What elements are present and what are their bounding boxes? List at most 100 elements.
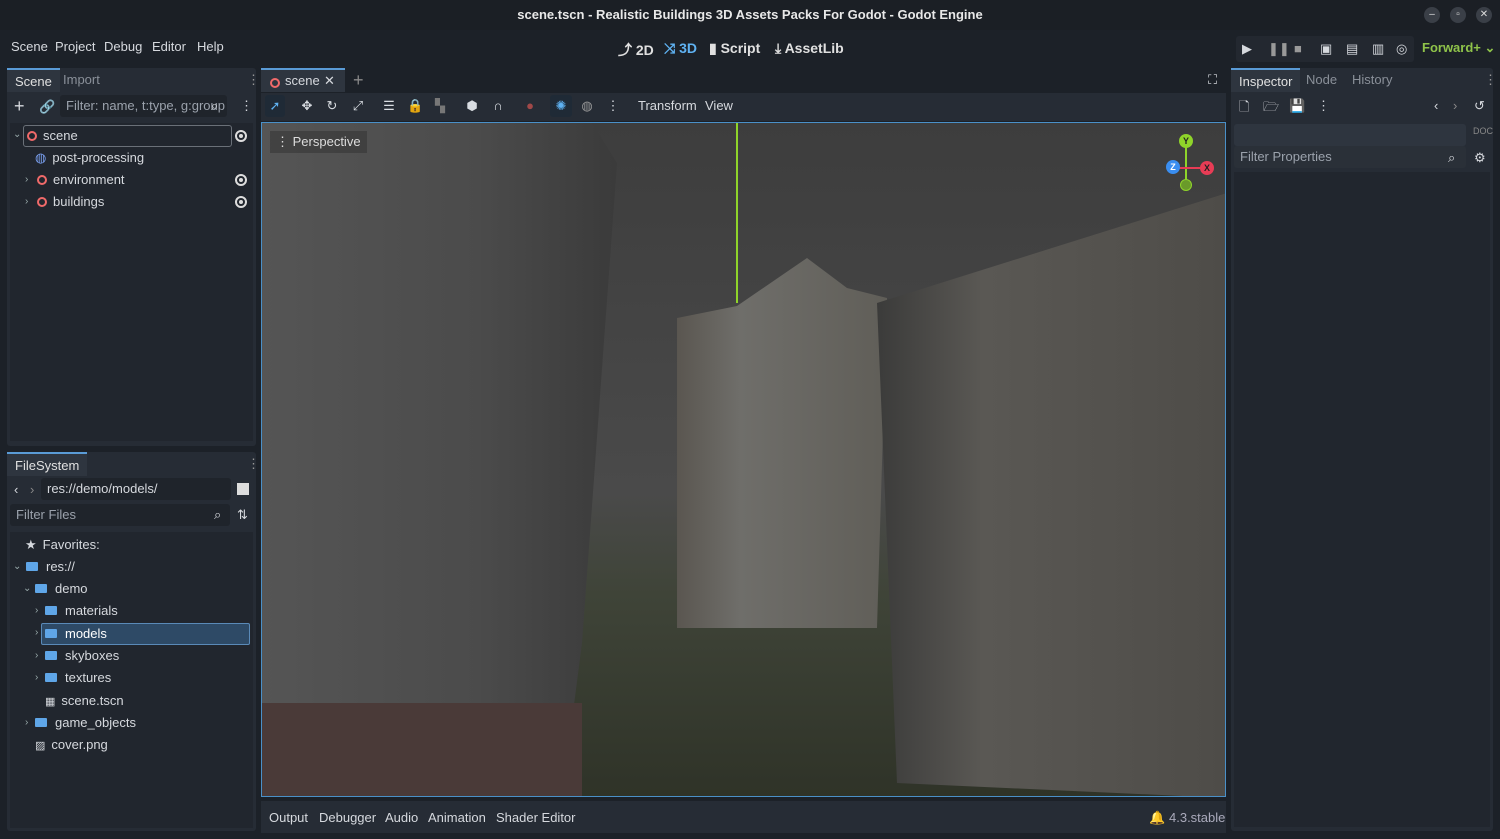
lock-icon[interactable]: 🔒 [407, 98, 423, 114]
expand-icon[interactable]: › [35, 650, 38, 661]
tab-animation[interactable]: Animation [428, 810, 486, 825]
pause-icon[interactable]: ❚❚ [1268, 41, 1290, 57]
tree-node-scene[interactable]: scene [27, 125, 78, 147]
folder-demo[interactable]: demo [35, 578, 88, 600]
menu-project[interactable]: Project [55, 38, 95, 56]
collapse-icon[interactable]: ⌄ [23, 583, 31, 594]
tab-filesystem[interactable]: FileSystem [7, 452, 88, 476]
folder-game-objects[interactable]: game_objects [35, 712, 136, 734]
expand-icon[interactable]: › [35, 672, 38, 683]
expand-icon[interactable]: › [25, 174, 28, 185]
gizmo-y[interactable]: Y [1179, 134, 1193, 148]
dock-menu-icon[interactable]: ⋮ [247, 456, 260, 472]
gizmo-x[interactable]: X [1200, 161, 1214, 175]
sort-icon[interactable]: ⇅ [237, 507, 248, 523]
local-space-icon[interactable]: ⬢ [464, 98, 480, 114]
play-scene-icon[interactable]: ▤ [1346, 41, 1358, 57]
visibility-icon[interactable] [235, 130, 247, 142]
menu-help[interactable]: Help [197, 38, 224, 56]
menu-editor[interactable]: Editor [152, 38, 186, 56]
save-resource-icon[interactable]: 💾 [1289, 98, 1305, 114]
dock-menu-icon[interactable]: ⋮ [1484, 72, 1497, 88]
folder-skyboxes[interactable]: skyboxes [45, 645, 119, 667]
view-menu[interactable]: View [705, 98, 733, 113]
tab-audio[interactable]: Audio [385, 810, 418, 825]
close-tab-icon[interactable]: ✕ [324, 73, 335, 89]
property-settings-icon[interactable]: ⚙ [1474, 150, 1486, 166]
tab-debugger[interactable]: Debugger [319, 810, 376, 825]
expand-icon[interactable]: › [35, 627, 38, 638]
tree-node-environment[interactable]: environment [37, 169, 125, 191]
close-window-button[interactable]: ✕ [1476, 7, 1492, 23]
visibility-icon[interactable] [235, 196, 247, 208]
collapse-icon[interactable]: ⌄ [13, 561, 21, 572]
file-scene-tscn[interactable]: ▦ scene.tscn [45, 690, 124, 712]
workspace-assetlib[interactable]: ⤓ AssetLib [775, 40, 844, 57]
menu-scene[interactable]: Scene [11, 38, 48, 56]
distraction-free-icon[interactable]: ⛶ [1208, 72, 1217, 88]
scene-filter-input[interactable]: Filter: name, t:type, g:group [60, 95, 227, 117]
play-icon[interactable]: ▶ [1242, 41, 1252, 57]
move-tool-icon[interactable]: ✥ [299, 98, 315, 114]
expand-icon[interactable]: › [35, 605, 38, 616]
filter-files-input[interactable]: Filter Files [10, 504, 230, 526]
3d-viewport[interactable]: ⋮ Perspective Y X Z [261, 122, 1226, 797]
file-cover-png[interactable]: ▨ cover.png [35, 734, 108, 756]
workspace-2d[interactable]: ⤴ 2D [618, 40, 654, 60]
update-spinner-icon[interactable]: 🔔 [1149, 810, 1165, 826]
back-icon[interactable]: ‹ [14, 482, 18, 497]
remote-debug-icon[interactable]: ▣ [1320, 41, 1332, 57]
workspace-script[interactable]: ▮ Script [709, 40, 760, 57]
link-icon[interactable]: 🔗 [39, 99, 55, 115]
open-resource-icon[interactable]: 🗁 [1263, 98, 1279, 120]
add-tab-icon[interactable]: + [353, 70, 364, 91]
environment-preview-icon[interactable]: ◍ [579, 98, 595, 114]
tab-node[interactable]: Node [1298, 68, 1345, 92]
toggle-view-icon[interactable] [237, 483, 249, 495]
tab-scene-file[interactable]: scene ✕ [261, 68, 345, 92]
tab-inspector[interactable]: Inspector [1231, 68, 1301, 92]
history-back-icon[interactable]: ‹ [1434, 98, 1438, 113]
scene-menu-icon[interactable]: ⋮ [240, 98, 253, 114]
snap-icon[interactable]: ∩ [490, 98, 506, 114]
folder-textures[interactable]: textures [45, 667, 111, 689]
group-icon[interactable]: ▚ [432, 98, 448, 114]
perspective-menu[interactable]: ⋮ Perspective [270, 131, 367, 153]
filter-properties-input[interactable]: Filter Properties [1234, 146, 1466, 168]
new-resource-icon[interactable]: 🗋 [1239, 98, 1249, 120]
tab-output[interactable]: Output [269, 810, 308, 825]
workspace-3d[interactable]: ⤨ 3D [664, 40, 697, 57]
forward-icon[interactable]: › [30, 482, 34, 497]
expand-icon[interactable]: › [25, 196, 28, 207]
minimize-button[interactable]: – [1424, 7, 1440, 23]
visibility-icon[interactable] [235, 174, 247, 186]
history-forward-icon[interactable]: › [1453, 98, 1457, 113]
path-input[interactable]: res://demo/models/ [41, 478, 231, 500]
selectable-list-icon[interactable]: ☰ [381, 98, 397, 114]
rotate-tool-icon[interactable]: ↻ [324, 98, 340, 114]
menu-debug[interactable]: Debug [104, 38, 142, 56]
sun-preview-icon[interactable]: ✺ [553, 98, 569, 114]
object-history-icon[interactable]: ↺ [1474, 98, 1485, 114]
stop-icon[interactable]: ■ [1294, 41, 1302, 56]
add-node-icon[interactable]: + [14, 96, 25, 117]
object-selector[interactable] [1234, 124, 1466, 146]
play-custom-scene-icon[interactable]: ▥ [1372, 41, 1384, 57]
folder-materials[interactable]: materials [45, 600, 118, 622]
resource-menu-icon[interactable]: ⋮ [1317, 98, 1330, 114]
tab-history[interactable]: History [1344, 68, 1400, 92]
tree-node-buildings[interactable]: buildings [37, 191, 104, 213]
favorites-item[interactable]: ★ Favorites: [25, 534, 100, 556]
view-gizmo[interactable]: Y X Z [1137, 131, 1214, 201]
tab-import[interactable]: Import [55, 68, 108, 92]
folder-res[interactable]: res:// [26, 556, 75, 578]
expand-icon[interactable]: › [25, 717, 28, 728]
more-options-icon[interactable]: ⋮ [605, 98, 621, 114]
tab-shader-editor[interactable]: Shader Editor [496, 810, 576, 825]
folder-models[interactable]: models [45, 623, 107, 645]
collapse-icon[interactable]: ⌄ [13, 129, 21, 140]
doc-icon[interactable]: DOC [1473, 126, 1493, 136]
maximize-button[interactable]: ▫ [1450, 7, 1466, 23]
transform-menu[interactable]: Transform [638, 98, 697, 113]
gizmo-z[interactable]: Z [1166, 160, 1180, 174]
